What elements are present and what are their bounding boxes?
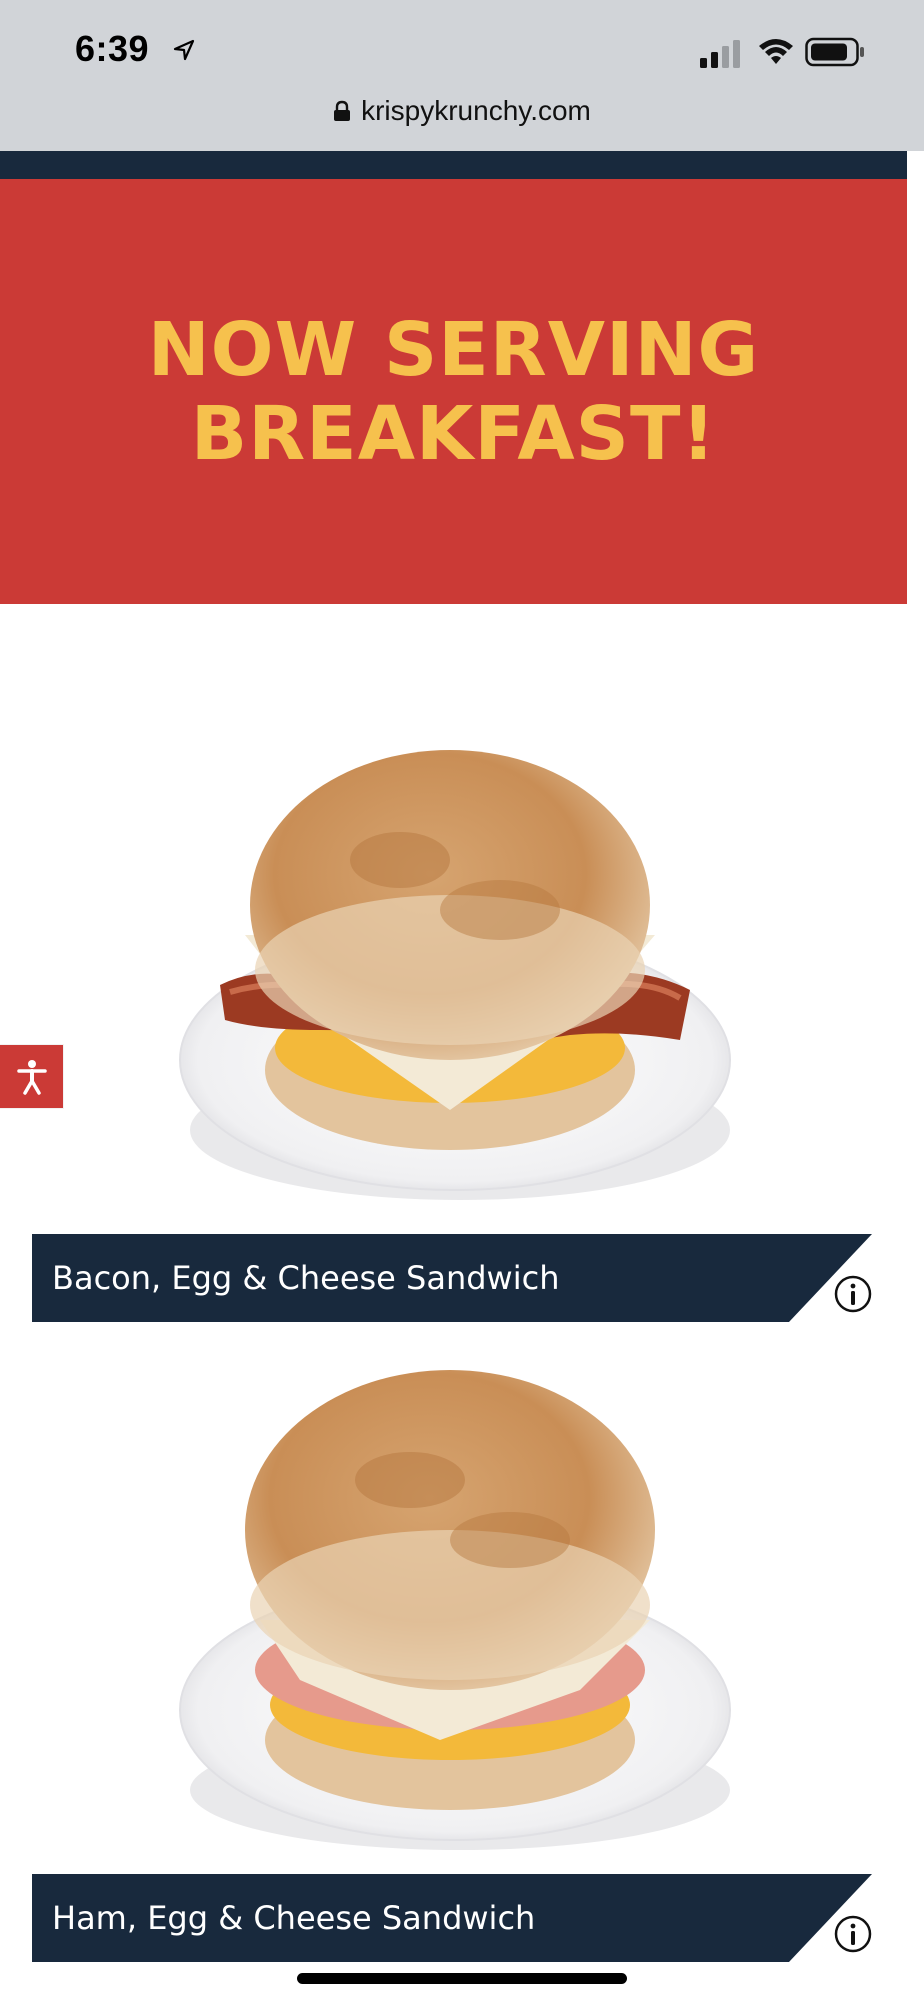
menu-item-label-bar[interactable]: Ham, Egg & Cheese Sandwich (32, 1874, 872, 1962)
url-text: krispykrunchy.com (361, 95, 591, 126)
browser-chrome: 6:39 krispykrunchy.com (0, 0, 924, 151)
hero-title: NOW SERVING BREAKFAST! (147, 306, 760, 477)
cellular-signal-icon (700, 40, 740, 68)
location-arrow-icon (173, 39, 195, 61)
hero-banner: NOW SERVING BREAKFAST! (0, 179, 907, 604)
sandwich-image (179, 1370, 731, 1850)
menu-item-label-bar[interactable]: Bacon, Egg & Cheese Sandwich (32, 1234, 872, 1322)
battery-icon (805, 37, 864, 67)
wifi-icon (759, 39, 793, 64)
url-bar[interactable]: krispykrunchy.com (0, 90, 924, 132)
page: 6:39 krispykrunchy.com NOW SERVING BREAK… (0, 0, 924, 2000)
status-time: 6:39 (75, 28, 150, 69)
menu-item-name: Bacon, Egg & Cheese Sandwich (52, 1259, 560, 1297)
sandwich-image (179, 750, 731, 1200)
site-nav-bar (0, 151, 907, 179)
lock-icon (334, 100, 351, 121)
menu-item-name: Ham, Egg & Cheese Sandwich (52, 1899, 536, 1937)
menu-item[interactable]: Ham, Egg & Cheese Sandwich (0, 1370, 907, 2000)
info-icon[interactable] (833, 1274, 873, 1314)
home-indicator[interactable] (297, 1973, 627, 1984)
info-icon[interactable] (833, 1914, 873, 1954)
menu-item[interactable]: Bacon, Egg & Cheese Sandwich (0, 730, 907, 1370)
